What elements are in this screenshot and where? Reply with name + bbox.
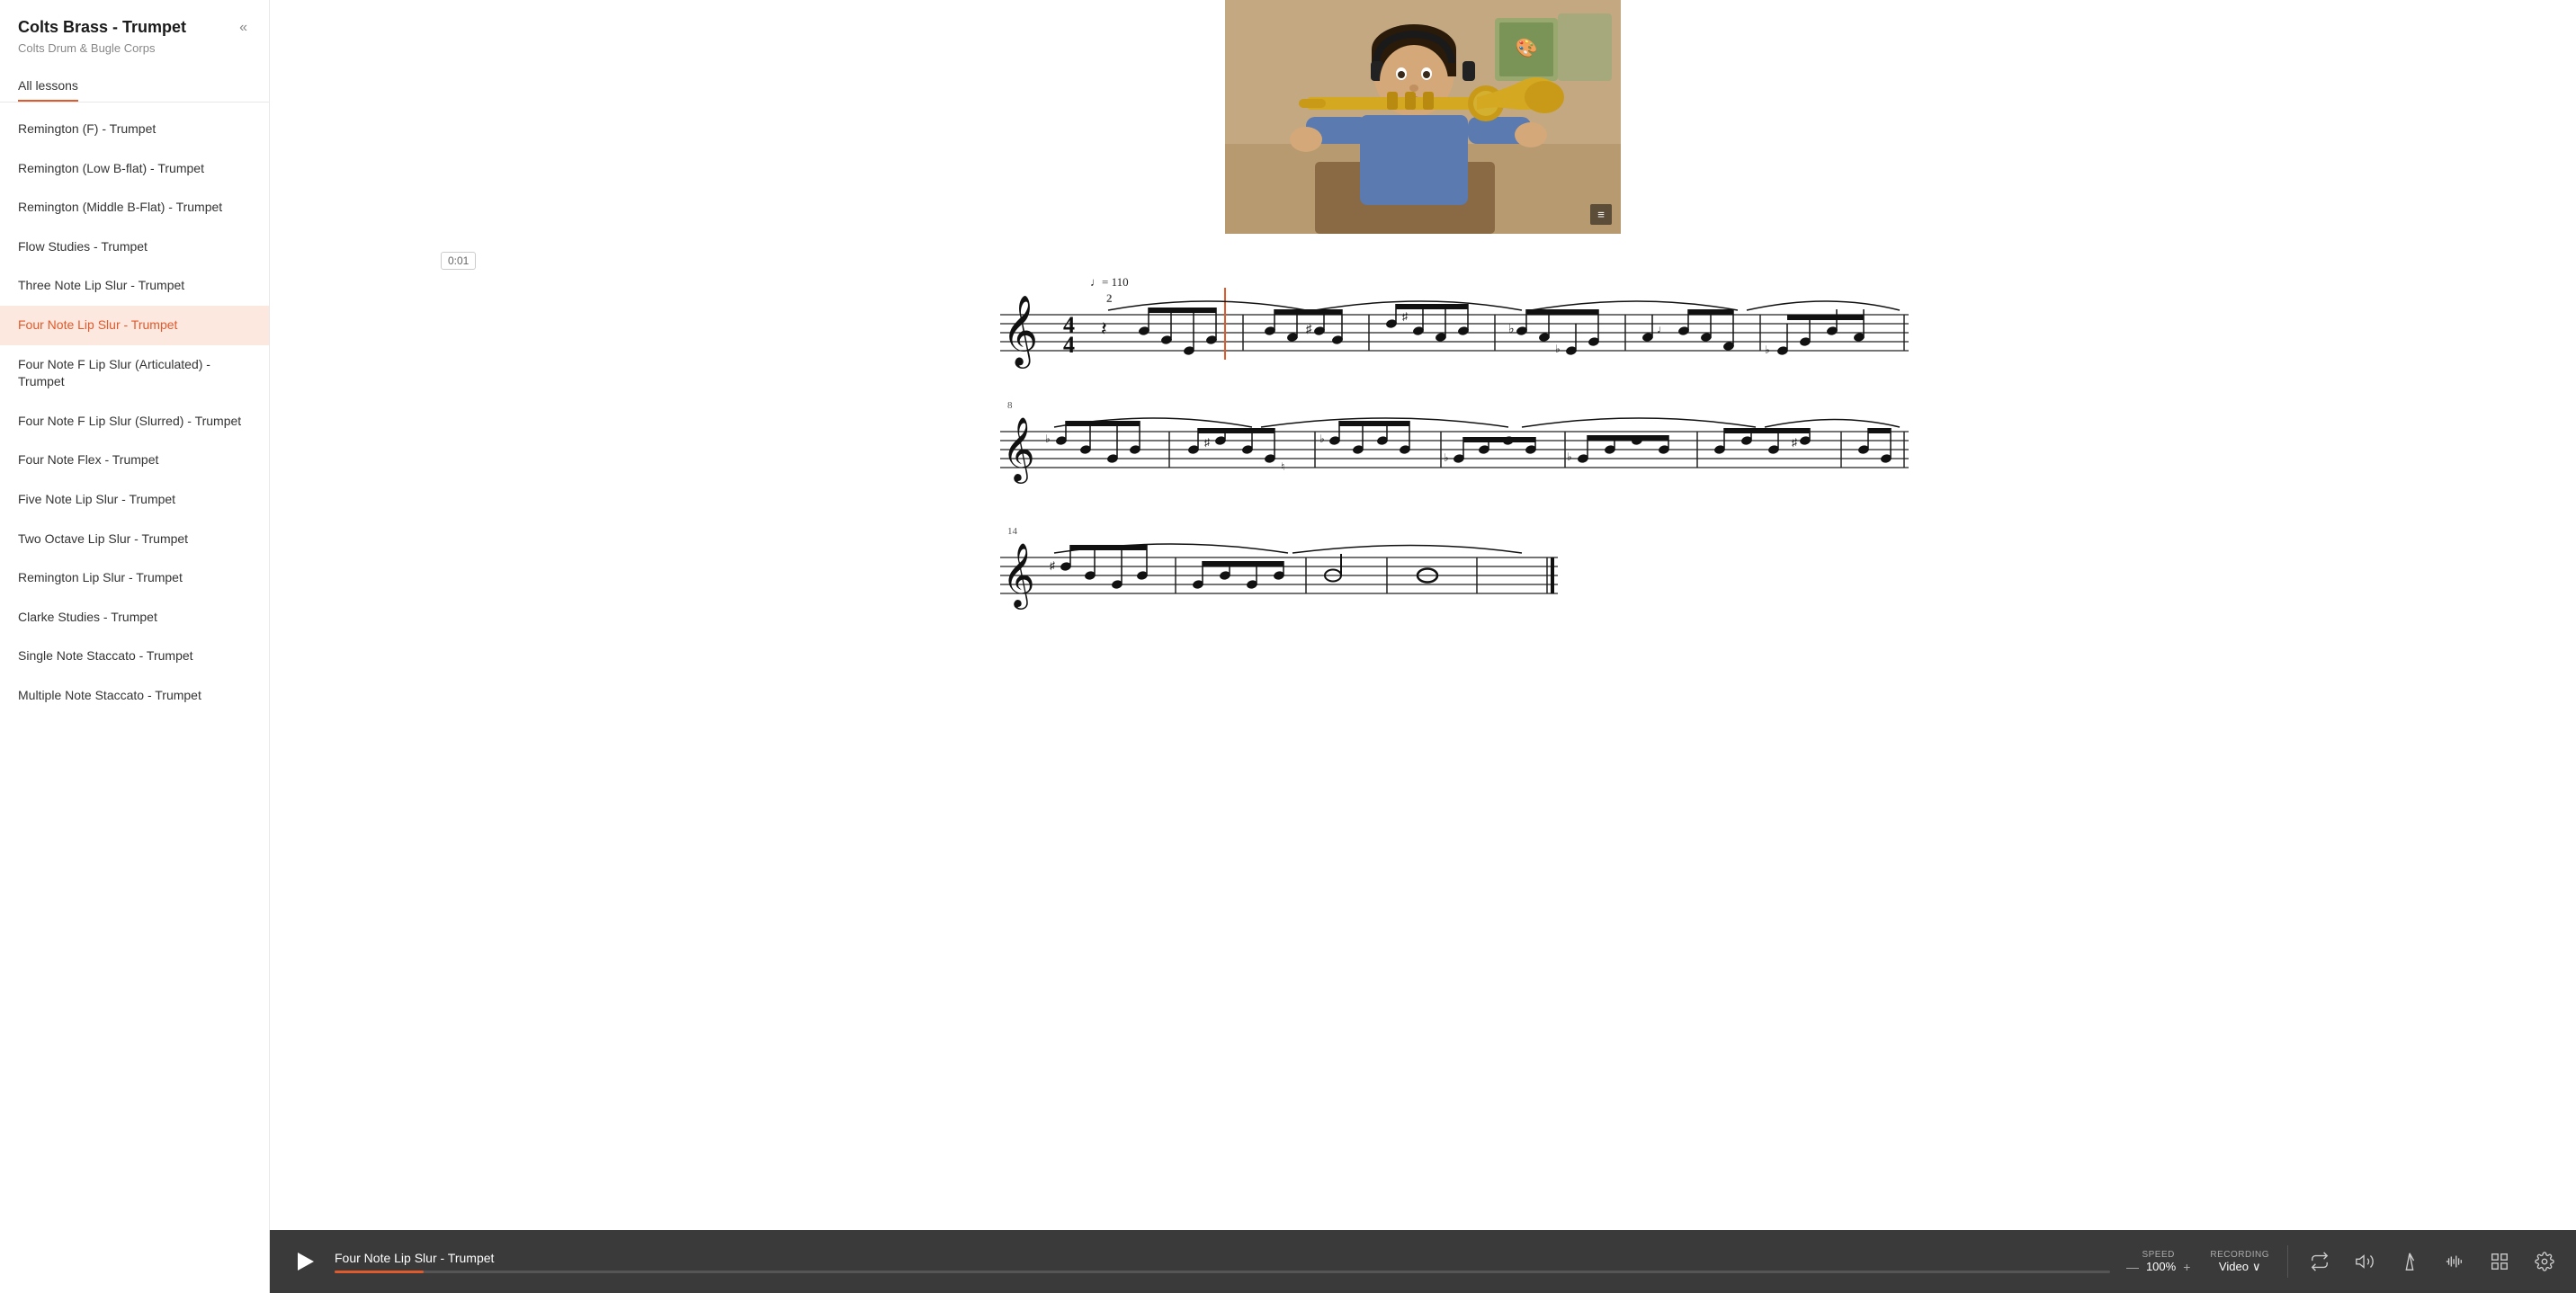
waveform-button[interactable]	[2441, 1248, 2468, 1275]
sidebar-title: Colts Brass - Trumpet	[18, 18, 186, 37]
speed-minus-button[interactable]: —	[2124, 1260, 2141, 1274]
lesson-item-five-note-lip-slur[interactable]: Five Note Lip Slur - Trumpet	[0, 480, 269, 520]
svg-text:♯: ♯	[1402, 310, 1408, 323]
svg-text:♭: ♭	[1765, 343, 1770, 356]
grid-button[interactable]	[2486, 1248, 2513, 1275]
speed-value-group: — 100% +	[2124, 1260, 2192, 1274]
svg-text:2: 2	[1106, 291, 1113, 305]
grid-icon	[2490, 1252, 2509, 1271]
svg-text:♯: ♯	[1306, 322, 1312, 335]
svg-text:4: 4	[1063, 332, 1075, 358]
player-bar: Four Note Lip Slur - Trumpet SPEED — 100…	[270, 1230, 2576, 1293]
loop-icon	[2310, 1252, 2330, 1271]
svg-text:♯: ♯	[1204, 436, 1210, 449]
svg-text:♭: ♭	[1444, 451, 1449, 464]
speed-value-text: 100%	[2146, 1260, 2176, 1273]
lesson-item-remington-middle-bf[interactable]: Remington (Middle B-Flat) - Trumpet	[0, 188, 269, 227]
content-area: 🎨	[270, 0, 2576, 1230]
speed-control: SPEED — 100% +	[2124, 1250, 2192, 1274]
svg-text:𝄞: 𝄞	[1002, 543, 1035, 610]
collapse-button[interactable]: «	[236, 18, 251, 38]
play-button[interactable]	[288, 1245, 320, 1278]
lesson-item-remington-lip-slur[interactable]: Remington Lip Slur - Trumpet	[0, 558, 269, 598]
svg-text:𝄞: 𝄞	[1002, 417, 1035, 484]
svg-text:8: 8	[1007, 400, 1013, 411]
video-menu-button[interactable]: ≡	[1590, 204, 1612, 225]
svg-text:♭: ♭	[1045, 432, 1051, 445]
waveform-icon	[2445, 1252, 2464, 1271]
sidebar: Colts Brass - Trumpet « Colts Drum & Bug…	[0, 0, 270, 1293]
metronome-icon	[2400, 1252, 2419, 1271]
player-title: Four Note Lip Slur - Trumpet	[335, 1251, 2110, 1265]
svg-text:14: 14	[1007, 526, 1018, 537]
sidebar-header: Colts Brass - Trumpet « Colts Drum & Bug…	[0, 0, 269, 103]
svg-text:♩: ♩	[1657, 323, 1668, 335]
svg-text:♯: ♯	[1050, 559, 1055, 572]
lesson-item-four-note-flex[interactable]: Four Note Flex - Trumpet	[0, 441, 269, 480]
svg-text:♭: ♭	[1508, 323, 1515, 336]
lesson-item-four-note-f-slurred[interactable]: Four Note F Lip Slur (Slurred) - Trumpet	[0, 402, 269, 441]
svg-text:♯: ♯	[1792, 436, 1797, 449]
lesson-item-single-note-staccato[interactable]: Single Note Staccato - Trumpet	[0, 637, 269, 676]
play-icon	[298, 1253, 314, 1271]
lesson-item-four-note-lip-slur[interactable]: Four Note Lip Slur - Trumpet	[0, 306, 269, 345]
recording-value-group[interactable]: Video ∨	[2219, 1260, 2261, 1274]
recording-label: RECORDING	[2210, 1250, 2269, 1260]
lesson-item-flow-studies[interactable]: Flow Studies - Trumpet	[0, 227, 269, 267]
speed-label: SPEED	[2142, 1250, 2174, 1260]
loop-button[interactable]	[2306, 1248, 2333, 1275]
recording-control: RECORDING Video ∨	[2210, 1250, 2269, 1274]
settings-button[interactable]	[2531, 1248, 2558, 1275]
lesson-item-clarke-studies[interactable]: Clarke Studies - Trumpet	[0, 598, 269, 638]
staff-3: 14 𝄞 ♯	[306, 522, 2540, 629]
svg-text:♭: ♭	[1555, 343, 1561, 355]
lesson-item-multiple-note-staccato[interactable]: Multiple Note Staccato - Trumpet	[0, 676, 269, 716]
all-lessons-tab: All lessons	[18, 69, 251, 102]
musician-video: 🎨	[1225, 0, 1621, 234]
sheet-music-area[interactable]: 0:01 ♩= 110 2 �	[270, 234, 2576, 1230]
player-progress-fill	[335, 1271, 424, 1273]
svg-text:🎨: 🎨	[1516, 37, 1538, 58]
volume-icon	[2355, 1252, 2375, 1271]
staff-1: ♩= 110 2 𝄞 4 4	[306, 270, 2540, 378]
settings-icon	[2535, 1252, 2554, 1271]
lesson-item-remington-low-bb[interactable]: Remington (Low B-flat) - Trumpet	[0, 149, 269, 189]
player-controls-right: SPEED — 100% + RECORDING Video ∨	[2124, 1245, 2558, 1278]
svg-text:♭: ♭	[1567, 450, 1572, 463]
lesson-item-three-note-lip-slur[interactable]: Three Note Lip Slur - Trumpet	[0, 266, 269, 306]
recording-value-text: Video	[2219, 1260, 2249, 1273]
metronome-button[interactable]	[2396, 1248, 2423, 1275]
speed-plus-button[interactable]: +	[2181, 1260, 2192, 1274]
svg-text:♩= 110: ♩= 110	[1090, 275, 1129, 289]
svg-text:𝄽: 𝄽	[1101, 317, 1107, 340]
video-section: 🎨	[270, 0, 2576, 234]
time-indicator: 0:01	[441, 252, 476, 270]
volume-button[interactable]	[2351, 1248, 2378, 1275]
lesson-list: Remington (F) - TrumpetRemington (Low B-…	[0, 103, 269, 1293]
recording-chevron: ∨	[2252, 1260, 2261, 1274]
svg-text:𝄞: 𝄞	[1002, 296, 1038, 369]
player-divider	[2287, 1245, 2288, 1278]
lesson-item-two-octave-lip-slur[interactable]: Two Octave Lip Slur - Trumpet	[0, 520, 269, 559]
lesson-item-four-note-f-articulated[interactable]: Four Note F Lip Slur (Articulated) - Tru…	[0, 345, 269, 402]
sidebar-subtitle: Colts Drum & Bugle Corps	[18, 41, 251, 55]
svg-text:♭: ♭	[1319, 432, 1325, 445]
video-container: 🎨	[1225, 0, 1621, 234]
svg-text:♮: ♮	[1281, 460, 1284, 473]
lesson-item-remington-f[interactable]: Remington (F) - Trumpet	[0, 110, 269, 149]
player-track-info: Four Note Lip Slur - Trumpet	[335, 1251, 2110, 1273]
main-content: 🎨	[270, 0, 2576, 1293]
player-progress[interactable]	[335, 1271, 2110, 1273]
staff-2: 8 𝄞	[306, 396, 2540, 504]
all-lessons-label[interactable]: All lessons	[18, 78, 78, 102]
